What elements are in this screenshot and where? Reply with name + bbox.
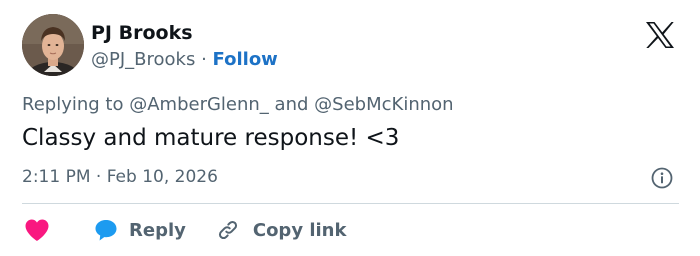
- heart-icon: [25, 219, 49, 241]
- replying-to-label: Replying to: [22, 94, 124, 115]
- replying-to-line: Replying to @AmberGlenn_ and @SebMcKinno…: [22, 94, 454, 115]
- author-handle[interactable]: @PJ_Brooks: [91, 49, 195, 70]
- copy-link-label: Copy link: [252, 219, 347, 241]
- replying-to-conjunction: and: [274, 94, 309, 115]
- link-icon: [218, 220, 237, 240]
- avatar[interactable]: [22, 14, 84, 76]
- author-name[interactable]: PJ Brooks: [91, 22, 193, 44]
- tweet-text: Classy and mature response! <3: [22, 125, 400, 151]
- author-handle-line: @PJ_Brooks · Follow: [91, 49, 278, 70]
- info-icon[interactable]: [651, 167, 673, 189]
- tweet-card: PJ Brooks @PJ_Brooks · Follow Replying t…: [0, 0, 700, 256]
- reply-button[interactable]: Reply: [50, 218, 186, 242]
- like-button[interactable]: [22, 218, 50, 242]
- mention-sebmckinnon[interactable]: @SebMcKinnon: [314, 94, 453, 115]
- divider: [22, 203, 679, 204]
- mention-ambersglenn[interactable]: @AmberGlenn_: [129, 94, 269, 115]
- action-bar: Reply Copy link: [22, 216, 346, 244]
- speech-bubble-icon: [95, 220, 117, 241]
- handle-separator: ·: [201, 49, 207, 70]
- reply-label: Reply: [129, 219, 186, 241]
- tweet-timestamp[interactable]: 2:11 PM · Feb 10, 2026: [22, 167, 218, 187]
- follow-button[interactable]: Follow: [213, 49, 278, 70]
- copy-link-button[interactable]: Copy link: [186, 219, 347, 241]
- x-logo-icon[interactable]: [645, 21, 675, 49]
